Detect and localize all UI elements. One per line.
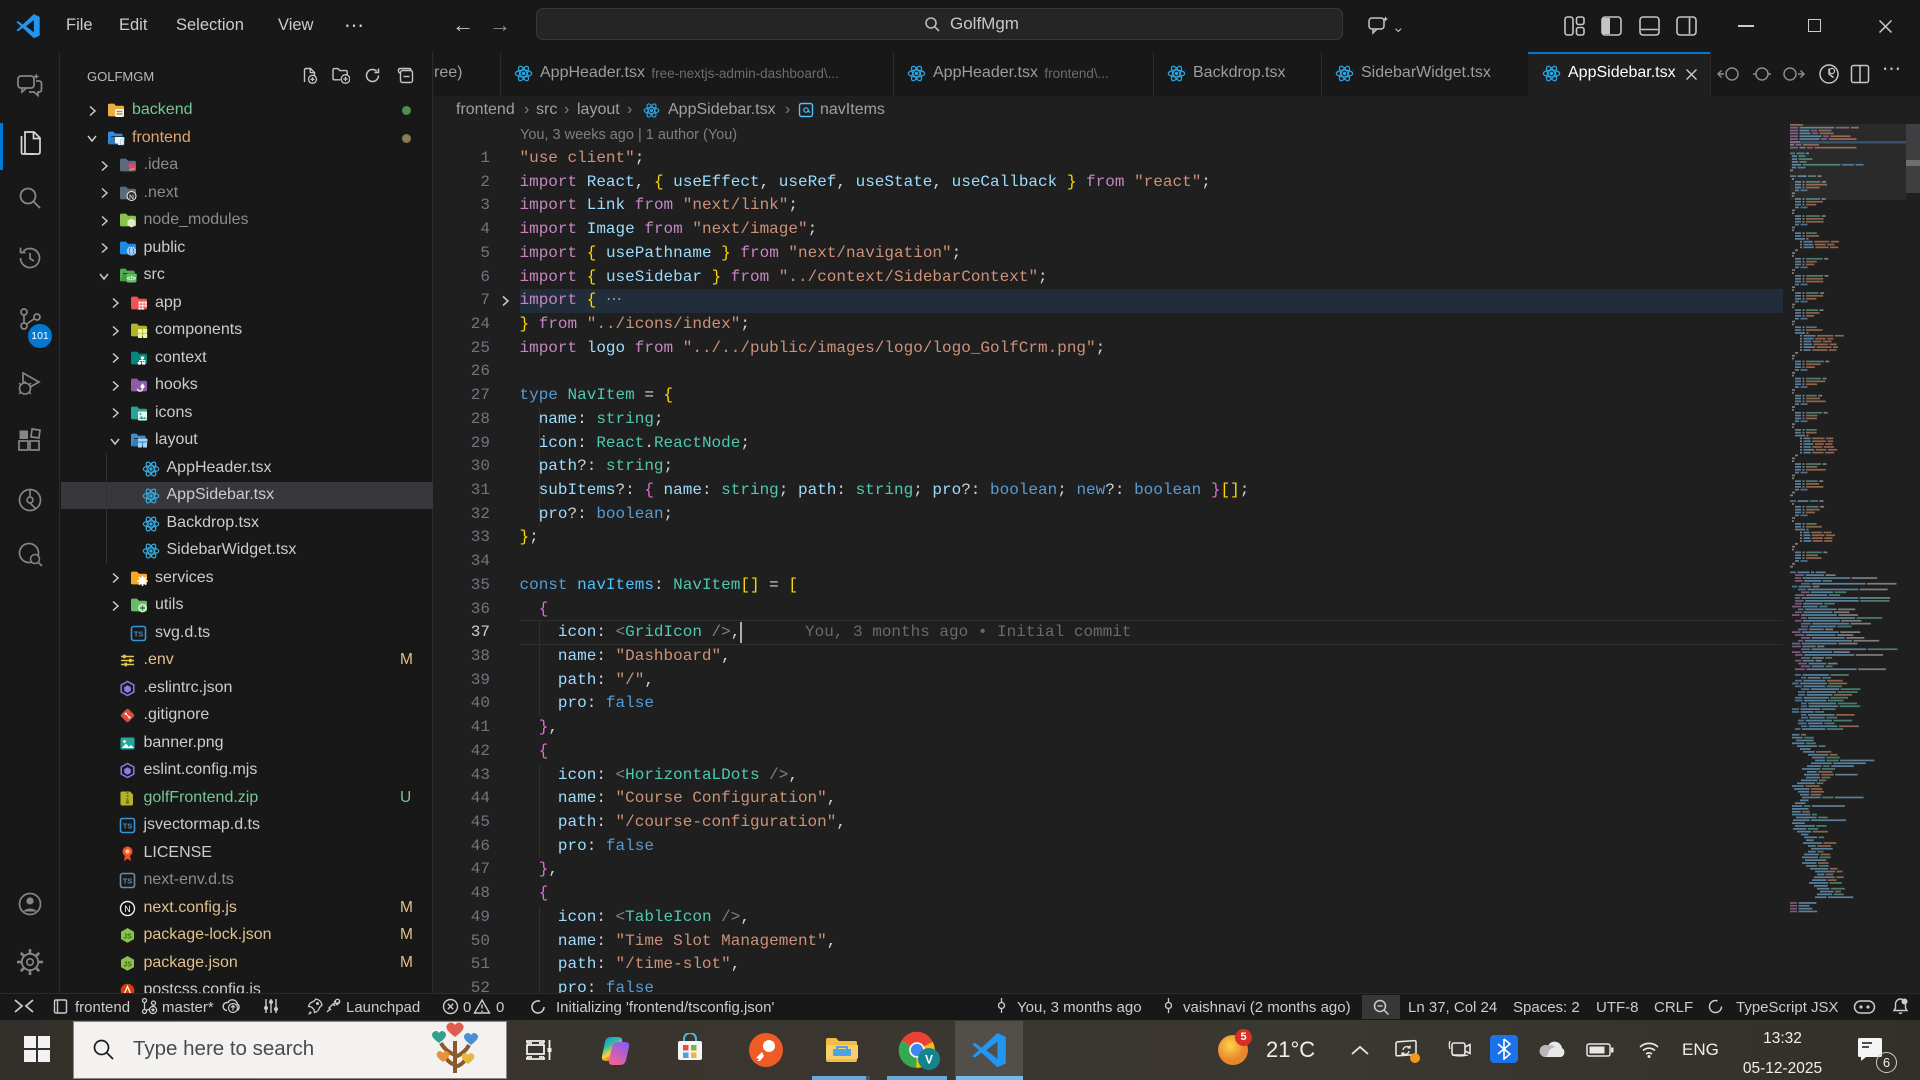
svg-text:JS: JS (123, 961, 132, 968)
svg-text:TS: TS (134, 629, 144, 638)
svg-text:</>: </> (126, 275, 136, 282)
svg-text:TS: TS (122, 877, 132, 886)
svg-text:N: N (129, 194, 134, 201)
svg-text:V: V (925, 1053, 933, 1067)
svg-text:N: N (124, 904, 131, 914)
svg-text:TS: TS (122, 822, 132, 831)
svg-text:JS: JS (123, 934, 132, 941)
